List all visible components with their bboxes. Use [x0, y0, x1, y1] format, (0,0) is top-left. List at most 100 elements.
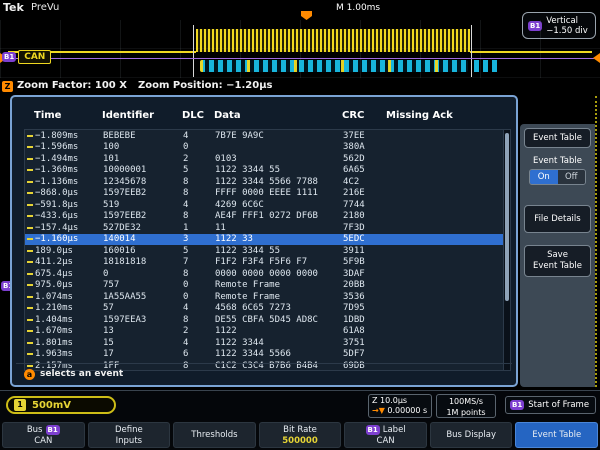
cell-id: 12345678: [103, 177, 183, 187]
cell-dlc: 8: [183, 315, 215, 325]
cell-id: 1A55AA55: [103, 292, 183, 302]
cell-data: FFFF 0000 EEEE 1111: [215, 188, 343, 198]
cell-dlc: 5: [183, 165, 215, 175]
cell-id: BEBEBE: [103, 131, 183, 141]
col-header-identifier: Identifier: [102, 110, 154, 121]
bottom-menu-label[interactable]: B1LabelCAN: [344, 422, 427, 448]
horizontal-position-value: 0.00000 s: [387, 406, 427, 415]
graticule-right-edge: [595, 96, 597, 387]
cell-time: 1.404ms: [35, 315, 103, 325]
table-row[interactable]: −1.160µs14001431122 335EDC: [25, 234, 507, 246]
bottom-menu-event-table[interactable]: Event Table: [515, 422, 598, 448]
event-table-header: Time Identifier DLC Data CRC Missing Ack: [12, 110, 516, 124]
save-label-line2: Event Table: [533, 261, 582, 272]
file-details-button[interactable]: File Details: [524, 205, 591, 233]
row-marker-icon: [25, 238, 35, 240]
row-marker-icon: [25, 353, 35, 355]
table-row[interactable]: 1.404ms1597EEA38DE55 CBFA 5D45 AD8C1DBD: [25, 314, 507, 326]
cell-time: −1.136ms: [35, 177, 103, 187]
file-details-label: File Details: [534, 214, 580, 225]
save-label-line1: Save: [547, 250, 568, 261]
bottom-menu-bus-display[interactable]: Bus Display: [430, 422, 513, 448]
cell-crc: 3751: [343, 338, 387, 348]
cell-time: 411.2µs: [35, 257, 103, 267]
table-row[interactable]: 1.963ms1761122 3344 55665DF7: [25, 349, 507, 361]
ch1-burst-waveform: [196, 29, 470, 52]
table-row[interactable]: −1.809msBEBEBE47B7E 9A9C37EE: [25, 130, 507, 142]
scrollbar-thumb[interactable]: [505, 133, 509, 301]
cell-dlc: 2: [183, 154, 215, 164]
cell-id: 15: [103, 338, 183, 348]
cell-data: 1122 3344 5566: [215, 349, 343, 359]
sample-rate: 100MS/s: [437, 396, 495, 407]
cell-time: −868.0µs: [35, 188, 103, 198]
cell-crc: 3536: [343, 292, 387, 302]
cell-data: 1122 3344 5566 7788: [215, 177, 343, 187]
menu-label: Thresholds: [191, 430, 237, 440]
menu-label: Event Table: [532, 430, 581, 440]
cell-crc: 562D: [343, 154, 387, 164]
zoom-icon: Z: [2, 81, 13, 92]
can-decode-strip: [200, 60, 468, 72]
save-event-table-button[interactable]: Save Event Table: [524, 245, 591, 277]
bottom-menu-bit-rate[interactable]: Bit Rate500000: [259, 422, 342, 448]
cell-id: 10000001: [103, 165, 183, 175]
table-row[interactable]: 411.2µs181818187F1F2 F3F4 F5F6 F75F9B: [25, 257, 507, 269]
table-row[interactable]: −433.6µs1597EEB28AE4F FFF1 0272 DF6B2180: [25, 211, 507, 223]
cell-dlc: 8: [183, 269, 215, 279]
cell-id: 757: [103, 280, 183, 290]
table-row[interactable]: 975.0µs7570Remote Frame20BB: [25, 280, 507, 292]
row-marker-icon: [25, 284, 35, 286]
table-row[interactable]: 1.210ms5744568 6C65 72737D95: [25, 303, 507, 315]
table-row[interactable]: 1.670ms132112261A8: [25, 326, 507, 338]
horizontal-position-icon: →▼: [372, 406, 385, 415]
record-length: 1M points: [437, 407, 495, 418]
bottom-menu-define-inputs[interactable]: DefineInputs: [88, 422, 171, 448]
table-row[interactable]: 675.4µs080000 0000 0000 00003DAF: [25, 268, 507, 280]
cell-time: 1.670ms: [35, 326, 103, 336]
table-row[interactable]: −1.494ms10120103562D: [25, 153, 507, 165]
table-row[interactable]: −1.596ms1000380A: [25, 142, 507, 154]
table-row[interactable]: −157.4µs527DE321117F3D: [25, 222, 507, 234]
cell-dlc: 0: [183, 280, 215, 290]
bus-badge: B1: [366, 425, 380, 435]
footer-divider: [16, 363, 512, 364]
cell-crc: 7F3D: [343, 223, 387, 233]
table-row[interactable]: 1.801ms1541122 33443751: [25, 337, 507, 349]
menu-label: Bus Display: [446, 430, 496, 440]
cell-time: −1.494ms: [35, 154, 103, 164]
toggle-on-button[interactable]: On: [530, 170, 558, 184]
table-row[interactable]: 189.0µs16001651122 3344 553911: [25, 245, 507, 257]
table-row[interactable]: −1.360ms1000000151122 3344 556A65: [25, 165, 507, 177]
toggle-off-button[interactable]: Off: [558, 170, 586, 184]
cell-crc: 37EE: [343, 131, 387, 141]
table-row[interactable]: −591.8µs51944269 6C6C7744: [25, 199, 507, 211]
cell-data: AE4F FFF1 0272 DF6B: [215, 211, 343, 221]
zoom-window-right-bracket: [471, 25, 472, 77]
cell-id: 18181818: [103, 257, 183, 267]
channel1-scale: 500mV: [32, 400, 71, 411]
table-row[interactable]: −868.0µs1597EEB28FFFF 0000 EEEE 1111216E: [25, 188, 507, 200]
can-decode-strip-end: [474, 60, 498, 72]
cell-time: −1.160µs: [35, 234, 103, 244]
bottom-menu-thresholds[interactable]: Thresholds: [173, 422, 256, 448]
cell-id: 0: [103, 269, 183, 279]
menu-label: Label: [383, 425, 406, 435]
cell-id: 140014: [103, 234, 183, 244]
trigger-readout: B1 Start of Frame: [505, 396, 596, 414]
bottom-menu-bus[interactable]: BusB1CAN: [2, 422, 85, 448]
cell-time: 1.074ms: [35, 292, 103, 302]
zoom-readout-row: Z Zoom Factor: 100 X Zoom Position: −1.2…: [0, 80, 600, 94]
bus-badge: B1: [2, 52, 16, 62]
row-marker-icon: [25, 227, 35, 229]
row-marker-icon: [25, 215, 35, 217]
event-table-scrollbar[interactable]: [503, 129, 511, 371]
cell-id: 1597EEA3: [103, 315, 183, 325]
row-marker-icon: [25, 273, 35, 275]
ch1-baseline-right: [470, 51, 592, 53]
cell-crc: 5DF7: [343, 349, 387, 359]
cell-time: −433.6µs: [35, 211, 103, 221]
table-row[interactable]: 1.074ms1A55AA550Remote Frame3536: [25, 291, 507, 303]
table-row[interactable]: −1.136ms1234567881122 3344 5566 77884C2: [25, 176, 507, 188]
cell-crc: 216E: [343, 188, 387, 198]
